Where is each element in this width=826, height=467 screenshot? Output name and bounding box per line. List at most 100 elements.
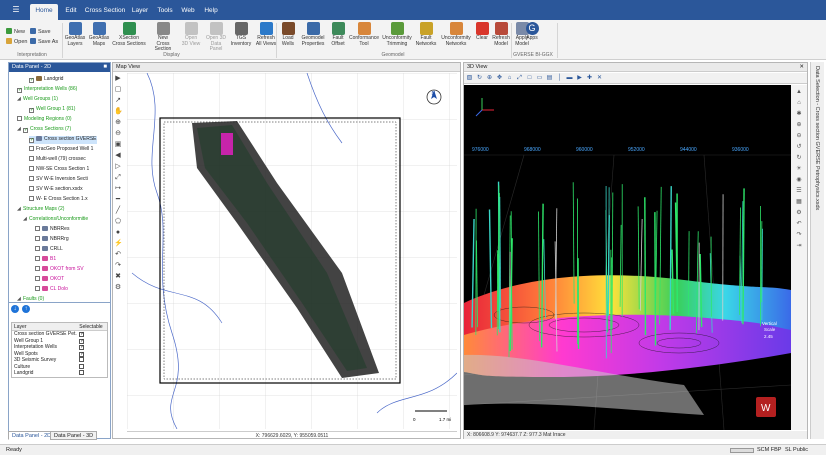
arrow-up-icon[interactable]: ▲ [795, 88, 803, 96]
rotate-right-icon[interactable]: ↻ [795, 154, 803, 162]
zoom-out-icon[interactable]: ⊖ [795, 132, 803, 140]
tree-node[interactable]: CRLL [35, 246, 63, 254]
layer-row[interactable]: Landgrid [12, 370, 107, 377]
home-icon[interactable]: ⌂ [795, 99, 803, 107]
tab-home[interactable]: Home [30, 4, 58, 20]
tree-node[interactable]: SV W-E Inversion Secti [29, 176, 88, 184]
tree-checkbox[interactable] [29, 166, 34, 171]
grid-icon[interactable]: ▦ [795, 198, 803, 206]
layers-icon[interactable]: ☰ [795, 187, 803, 195]
close-icon[interactable]: ✕ [799, 63, 804, 72]
settings-icon[interactable]: ⚙ [114, 284, 122, 292]
front-view-icon[interactable]: □ [526, 75, 533, 82]
open-3d-button[interactable]: Open 3D View [180, 22, 202, 52]
trimming-button[interactable]: Unconformity Trimming [381, 22, 413, 52]
tree-checkbox[interactable]: ✓ [17, 88, 22, 93]
zoom-in-icon[interactable]: ⊕ [114, 119, 122, 127]
selectable-checkbox[interactable]: ✓ [79, 332, 85, 337]
home-view-icon[interactable]: ⌂ [506, 75, 513, 82]
tree-checkbox[interactable] [35, 266, 40, 271]
tree-checkbox[interactable] [29, 156, 34, 161]
selectable-checkbox[interactable] [79, 357, 85, 362]
refresh-button[interactable]: Refresh All Views [254, 22, 278, 52]
tab-data-panel-3d[interactable]: Data Panel - 3D [50, 431, 98, 440]
rotate-left-icon[interactable]: ↺ [795, 143, 803, 151]
zoom-prev-icon[interactable]: ◀ [114, 152, 122, 160]
tree-checkbox[interactable]: ✓ [29, 108, 34, 113]
zoom-icon[interactable]: ⊕ [486, 75, 493, 82]
zoom-in-icon[interactable]: ⊕ [795, 121, 803, 129]
ruler-icon[interactable]: ━ [114, 196, 122, 204]
undo-icon[interactable]: ↶ [114, 251, 122, 259]
expand-icon[interactable]: ◢ [17, 126, 22, 133]
tree-node[interactable]: Modeling Regions (0) [17, 116, 72, 124]
selectable-checkbox[interactable]: ✓ [79, 351, 85, 357]
tree-node[interactable]: Multi-well (79) crossec [29, 156, 86, 164]
scene-canvas[interactable]: 976000 968000 960000 952000 944000 936000 [464, 85, 791, 430]
tree-node[interactable]: NBRRes [35, 226, 69, 234]
open-button[interactable]: Open [6, 38, 27, 45]
well-icon[interactable]: ● [114, 229, 122, 237]
tree-checkbox[interactable] [29, 176, 34, 181]
tree-checkbox[interactable] [29, 146, 34, 151]
tree-node[interactable]: ◢ Faults (0) [17, 296, 44, 302]
selectable-checkbox[interactable]: ✓ [79, 345, 85, 350]
surface-view-icon[interactable]: ▬ [566, 75, 573, 82]
tree-node[interactable]: SV W-E section.xsdx [29, 186, 83, 194]
camera-icon[interactable]: ◉ [795, 176, 803, 184]
move-down-icon[interactable]: ↓ [11, 305, 19, 313]
tree-checkbox[interactable] [35, 276, 40, 281]
apps-button[interactable]: G Apps [520, 22, 544, 52]
clear-button[interactable]: Clear [475, 22, 489, 52]
geomodel-properties-button[interactable]: Geomodel Properties [299, 22, 327, 52]
export-icon[interactable]: ⇥ [795, 242, 803, 250]
tree-node[interactable]: B1 [35, 256, 56, 264]
draw-line-icon[interactable]: ╱ [114, 207, 122, 215]
tree-node[interactable]: W- E Cross Section 1.x [29, 196, 88, 204]
zoom-next-icon[interactable]: ▷ [114, 163, 122, 171]
tab-layer[interactable]: Layer [128, 4, 152, 20]
zoom-extent-icon[interactable]: ⤢ [114, 174, 122, 182]
draw-polygon-icon[interactable]: ⬠ [114, 218, 122, 226]
select-icon[interactable]: ▢ [114, 86, 122, 94]
arrow-icon[interactable]: ↗ [114, 97, 122, 105]
tree-node[interactable]: NBRRrg [35, 236, 69, 244]
tree-checkbox[interactable] [29, 186, 34, 191]
pointer-icon[interactable]: ▶ [114, 75, 122, 83]
tab-edit[interactable]: Edit [60, 4, 82, 20]
fault-offset-button[interactable]: Fault Offset [329, 22, 347, 52]
light-icon[interactable]: ☀ [795, 165, 803, 173]
tree-node[interactable]: OKOT from SV [35, 266, 84, 274]
tree-checkbox[interactable] [35, 256, 40, 261]
refresh-model-button[interactable]: Refresh Model [491, 22, 511, 52]
tree-node[interactable]: ✓ Cross section GVERSE [29, 136, 97, 144]
undo-icon[interactable]: ↶ [795, 220, 803, 228]
pick-icon[interactable]: ✚ [586, 75, 593, 82]
save-as-button[interactable]: Save As [30, 38, 58, 45]
zoom-out-icon[interactable]: ⊖ [114, 130, 122, 138]
close-icon[interactable]: ✕ [596, 75, 603, 82]
tree-node[interactable]: FracGeo Proposed Well 1 [29, 146, 93, 154]
open-3d-panel-button[interactable]: Open 3D Data Panel [204, 22, 228, 52]
tree-node[interactable]: OKOT [35, 276, 64, 284]
tree-node[interactable]: CL Dolo [35, 286, 68, 294]
cube-icon[interactable]: ▧ [466, 75, 473, 82]
well-view-icon[interactable]: │ [556, 75, 563, 82]
tree-node[interactable]: ◢ Structure Maps (2) [17, 206, 64, 214]
tree-node[interactable]: ✓ Interpretation Wells (86) [17, 86, 77, 94]
pan-icon[interactable]: ✥ [496, 75, 503, 82]
tree-node[interactable]: ◢ ✓ Cross Sections (7) [17, 126, 71, 134]
zoom-window-icon[interactable]: ▣ [114, 141, 122, 149]
conformance-button[interactable]: Conformance Tool [349, 22, 379, 52]
layers-button[interactable]: GeoAtlas Layers [64, 22, 86, 52]
tree-checkbox[interactable]: ✓ [29, 78, 34, 83]
compass-icon[interactable]: ✱ [795, 110, 803, 118]
selectable-checkbox[interactable]: ✓ [79, 338, 85, 344]
pin-icon[interactable]: ■ [103, 64, 107, 70]
measure-icon[interactable]: ↦ [114, 185, 122, 193]
expand-icon[interactable]: ◢ [17, 96, 22, 103]
tab-web[interactable]: Web [178, 4, 198, 20]
tree-checkbox[interactable] [29, 196, 34, 201]
map-canvas[interactable]: N 0 1.7 mi [127, 73, 457, 429]
scene-3d[interactable]: 976000 968000 960000 952000 944000 936000 [464, 85, 791, 430]
